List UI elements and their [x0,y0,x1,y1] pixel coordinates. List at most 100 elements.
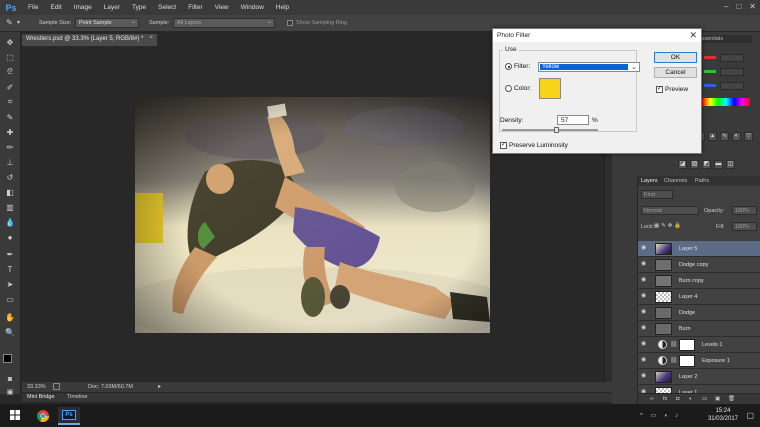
blur-tool-icon[interactable]: 💧 [3,216,17,228]
delete-layer-icon[interactable]: 🗑 [728,396,735,402]
posterize-adjustment-icon[interactable]: ▧ [690,160,699,169]
layer-style-icon[interactable]: fx [663,396,667,402]
layer-filter-kind[interactable]: Kind [641,190,673,199]
visibility-eye-icon[interactable]: ◉ [641,309,648,315]
system-tray-icons[interactable]: ^ ▭ ◖ ♪ [640,412,681,419]
eraser-tool-icon[interactable]: ◧ [3,186,17,198]
link-chain-icon[interactable]: ⛓ [670,341,678,348]
link-layers-icon[interactable]: ∞ [650,396,654,402]
zoom-tool-icon[interactable]: 🔍 [3,326,17,338]
menu-type[interactable]: Type [126,4,152,11]
color-ramp[interactable] [702,98,750,106]
cancel-button[interactable]: Cancel [654,67,697,78]
menu-filter[interactable]: Filter [182,4,208,11]
foreground-color-swatch[interactable] [3,354,12,363]
hand-tool-icon[interactable]: ✋ [3,311,17,323]
ok-button[interactable]: OK [654,52,697,63]
menu-help[interactable]: Help [270,4,295,11]
layer-row[interactable]: ◉ Layer 5 [638,241,760,257]
menu-file[interactable]: File [22,4,44,11]
healing-brush-icon[interactable]: ✚ [3,126,17,138]
threshold-adjustment-icon[interactable]: ◩ [702,160,711,169]
preserve-luminosity-checkbox[interactable]: ✓ [500,142,507,149]
layer-row[interactable]: ◉ ⛓ Levels 1 [638,337,760,353]
visibility-eye-icon[interactable]: ◉ [641,261,648,267]
gradient-tool-icon[interactable]: ▥ [3,201,17,213]
sampling-ring-checkbox[interactable] [287,20,293,26]
red-slider-track[interactable] [704,56,716,59]
dodge-tool-icon[interactable]: ● [3,231,17,243]
quick-mask-icon[interactable]: ◙ [3,373,17,385]
eyedropper-tool-icon[interactable]: ✎ [6,18,13,27]
menu-edit[interactable]: Edit [44,4,67,11]
sample-select[interactable]: All Layers [173,18,275,28]
status-export-icon[interactable] [53,383,60,390]
marquee-tool-icon[interactable]: ⬚ [3,51,17,63]
sample-size-select[interactable]: Point Sample [75,18,139,28]
layer-row[interactable]: ◉ Dodge copy [638,257,760,273]
tab-mini-bridge[interactable]: Mini Bridge [27,394,55,400]
pen-tool-icon[interactable]: ✒ [3,248,17,260]
minimize-button[interactable]: – [724,2,728,11]
zoom-level[interactable]: 33.33% [27,384,46,390]
visibility-eye-icon[interactable]: ◉ [641,357,648,363]
layer-row[interactable]: ◉ Dodge [638,305,760,321]
color-radio[interactable] [505,85,512,92]
tab-paths[interactable]: Paths [695,178,709,184]
photoshop-taskbar-icon[interactable]: Ps [58,407,80,425]
green-value-field[interactable] [720,68,744,76]
gradient-map-adjustment-icon[interactable]: ▬ [714,160,723,169]
visibility-eye-icon[interactable]: ◉ [641,245,648,251]
quick-select-tool-icon[interactable]: ✐ [3,81,17,93]
tab-layers[interactable]: Layers [641,178,658,184]
new-layer-icon[interactable]: ▣ [715,396,720,402]
dialog-close-button[interactable]: ✕ [689,30,697,41]
visibility-eye-icon[interactable]: ◉ [641,325,648,331]
blend-mode-select[interactable]: Normal [641,206,699,215]
brush-tool-icon[interactable]: ✏ [3,141,17,153]
close-document-icon[interactable]: × [149,35,153,41]
visibility-eye-icon[interactable]: ◉ [641,277,648,283]
chevron-down-icon[interactable]: ⌄ [631,63,637,71]
history-brush-icon[interactable]: ↺ [3,171,17,183]
document-tab[interactable]: Wrestlers.psd @ 33.3% (Layer 5, RGB/8#) … [22,34,157,46]
filter-radio[interactable] [505,63,512,70]
filter-select[interactable]: Yellow ⌄ [538,62,640,72]
vibrance-adjustment-icon[interactable]: ▽ [744,132,753,141]
exposure-adjustment-icon[interactable]: ◐ [732,132,741,141]
menu-image[interactable]: Image [68,4,98,11]
link-chain-icon[interactable]: ⛓ [670,357,678,364]
green-slider-track[interactable] [704,70,716,73]
lasso-tool-icon[interactable]: ᘓ [3,66,17,78]
layer-row[interactable]: ◉ Layer 2 [638,369,760,385]
status-arrow-icon[interactable]: ▸ [158,383,161,390]
layer-row[interactable]: ◉ Burn copy [638,273,760,289]
color-swatch[interactable] [539,78,561,99]
tab-channels[interactable]: Channels [664,178,687,184]
density-slider-track[interactable] [502,129,598,131]
maximize-button[interactable]: □ [736,2,741,11]
type-tool-icon[interactable]: T [3,263,17,275]
move-tool-icon[interactable]: ✥ [3,36,17,48]
chrome-taskbar-icon[interactable] [32,407,54,425]
visibility-eye-icon[interactable]: ◉ [641,373,648,379]
eyedropper-icon[interactable]: ✎ [3,111,17,123]
wrestlers-photo[interactable] [135,97,490,333]
clock[interactable]: 15:24 31/03/2017 [708,407,738,423]
windows-start-icon[interactable] [10,410,20,420]
path-select-tool-icon[interactable]: ➤ [3,278,17,290]
tool-preset-chevron-icon[interactable]: ▾ [17,19,20,26]
selective-color-adjustment-icon[interactable]: ◫ [726,160,735,169]
fill-field[interactable]: 100% [732,222,757,231]
menu-window[interactable]: Window [235,4,270,11]
opacity-field[interactable]: 100% [732,206,757,215]
new-group-icon[interactable]: ▭ [702,396,707,402]
tab-timeline[interactable]: Timeline [67,394,88,400]
blue-slider-track[interactable] [704,84,716,87]
layer-row[interactable]: ◉ Burn [638,321,760,337]
visibility-eye-icon[interactable]: ◉ [641,293,648,299]
preview-checkbox[interactable]: ✓ [656,86,663,93]
levels-adjustment-icon[interactable]: ▴ [708,132,717,141]
curves-adjustment-icon[interactable]: ∿ [720,132,729,141]
visibility-eye-icon[interactable]: ◉ [641,341,648,347]
